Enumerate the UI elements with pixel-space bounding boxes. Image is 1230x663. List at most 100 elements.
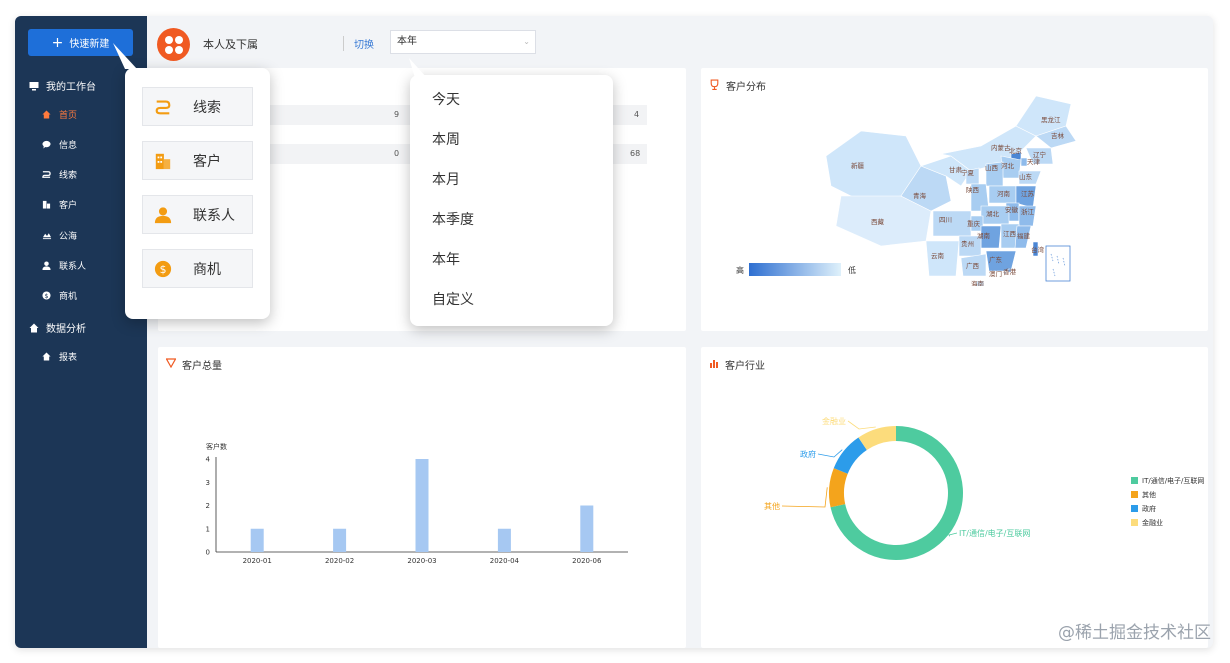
period-option-month[interactable]: 本月 [432,169,460,189]
sidebar-item-leads[interactable]: 线索 [41,168,77,181]
lead-icon [153,97,173,117]
quick-new-opportunity[interactable]: $ 商机 [142,249,253,288]
y-tick-label: 0 [206,549,210,557]
legend-swatch [1131,491,1138,498]
app-window: + 快速新建 我的工作台 首页 信息 线索 客户 公海 联系人 $ 商机 数据分… [15,16,1213,648]
x-tick-label: 2020-03 [407,557,436,565]
quick-new-item-label: 线索 [193,99,221,116]
province-label: 江西 [1003,230,1017,238]
sidebar-item-reports[interactable]: 报表 [41,350,77,363]
sidebar-item-contacts[interactable]: 联系人 [41,259,86,272]
map-legend-low: 低 [848,266,856,275]
industry-card: 客户行业 IT/通信/电子/互联网 其他 政府 金融业 IT/通信/电子/互联网 其他 政府… [701,347,1208,648]
home-icon [41,351,52,362]
sidebar-item-home[interactable]: 首页 [41,108,77,121]
province-label: 四川 [939,216,952,224]
svg-text:$: $ [160,263,167,276]
dollar-icon: $ [153,259,173,279]
slice-label-line [847,420,876,430]
y-tick-label: 1 [206,525,210,533]
sidebar-item-label: 线索 [59,171,78,181]
legend-swatch [1131,519,1138,526]
province-label: 吉林 [1051,131,1065,140]
sidebar-item-public-sea[interactable]: 公海 [41,229,77,242]
quick-new-lead[interactable]: 线索 [142,87,253,126]
sidebar-item-label: 首页 [59,111,78,121]
card-title: 客户分布 [709,78,766,93]
legend-label: IT/通信/电子/互联网 [1142,476,1204,485]
quick-new-contact[interactable]: 联系人 [142,195,253,234]
china-map[interactable]: 新疆西藏青海甘肃内蒙古黑龙江吉林辽宁北京天津河北山西山东宁夏陕西 河南 江苏安徽湖北… [821,86,1091,286]
legend-swatch [1131,505,1138,512]
sidebar-item-opportunities[interactable]: $ 商机 [41,289,77,302]
period-option-week[interactable]: 本周 [432,129,460,149]
distribution-card: 客户分布 新疆 西藏 青海 甘肃 内蒙古 黑龙江 吉林 辽宁 北京 天津 河北 山西 山东 宁夏 陕西 河南江… [701,68,1208,331]
home-icon [28,322,39,333]
quick-new-item-label: 客户 [193,153,221,170]
switch-link[interactable]: 切换 [343,36,374,51]
quick-new-menu-arrow [113,43,137,69]
province-label: 贵州 [961,239,974,248]
building-icon [153,151,173,171]
bar [415,459,429,552]
sidebar-item-label: 公海 [59,232,78,242]
province-label: 山东 [1019,172,1033,181]
legend-label: 金融业 [1142,518,1163,527]
card-title-text: 客户分布 [726,82,766,93]
province-label: 山西 [985,163,999,172]
scope-label: 本人及下属 [203,38,258,51]
total-card: 客户总量 客户数 0 1 2 3 4 2020-01 2020-02 2020-03 2020-0… [158,347,686,648]
period-option-quarter[interactable]: 本季度 [432,209,474,229]
map-legend-high: 高 [736,266,744,275]
chevron-down-icon: ⌄ [523,37,530,46]
plus-icon: + [51,34,64,51]
south-sea-islands [1050,253,1066,277]
province-label: 云南 [931,251,945,260]
stat-value: 0 [394,149,400,158]
province-label: 安徽 [1005,205,1019,214]
bar [333,528,347,552]
stat-value: 68 [630,149,641,158]
province-label: 新疆 [851,161,865,170]
x-tick-label: 2020-04 [490,557,520,565]
dollar-icon: $ [41,290,52,301]
trophy-icon [709,79,720,93]
slice-label-line [781,487,828,508]
bar [580,505,594,552]
x-tick-label: 2020-02 [325,557,354,565]
nav-section-analytics[interactable]: 数据分析 [28,320,86,335]
donut-chart: IT/通信/电子/互联网其他政府金融业IT/通信/电子/互联网其他政府金融业 [764,416,1204,560]
map-legend-gradient [749,263,841,276]
province-label: 海南 [971,279,985,286]
period-option-today[interactable]: 今天 [432,89,460,109]
sidebar-item-messages[interactable]: 信息 [41,138,77,151]
province-label: 河北 [1001,162,1015,170]
monitor-icon [28,80,39,91]
x-tick-label: 2020-06 [572,557,602,565]
slice-label: 政府 [800,449,816,459]
period-select[interactable]: 本年 ⌄ [390,30,536,54]
nav-section-workbench[interactable]: 我的工作台 [28,78,96,93]
sidebar-item-label: 商机 [59,292,78,302]
quick-new-customer[interactable]: 客户 [142,141,253,180]
period-menu-arrow [409,58,427,78]
slice-label-line [817,449,843,458]
province-label: 内蒙古 [991,143,1011,152]
y-tick-label: 4 [206,456,211,464]
province-label: 重庆 [967,219,981,228]
period-menu: 今天 本周 本月 本季度 本年 自定义 [410,75,613,326]
period-option-year[interactable]: 本年 [432,249,460,269]
province-label: 西藏 [871,217,885,226]
province-label: 广西 [966,261,980,270]
slice-label: 金融业 [822,416,846,426]
province-label: 香港 [1003,267,1017,276]
sea-icon [41,230,52,241]
sidebar-item-label: 联系人 [59,262,87,272]
quick-new-item-label: 联系人 [193,207,235,224]
sidebar-item-customers[interactable]: 客户 [41,198,77,211]
period-option-custom[interactable]: 自定义 [432,289,474,309]
province-label: 黑龙江 [1041,115,1061,124]
province-label: 天津 [1027,158,1041,166]
sidebar-item-label: 客户 [59,201,78,211]
building-icon [41,199,52,210]
